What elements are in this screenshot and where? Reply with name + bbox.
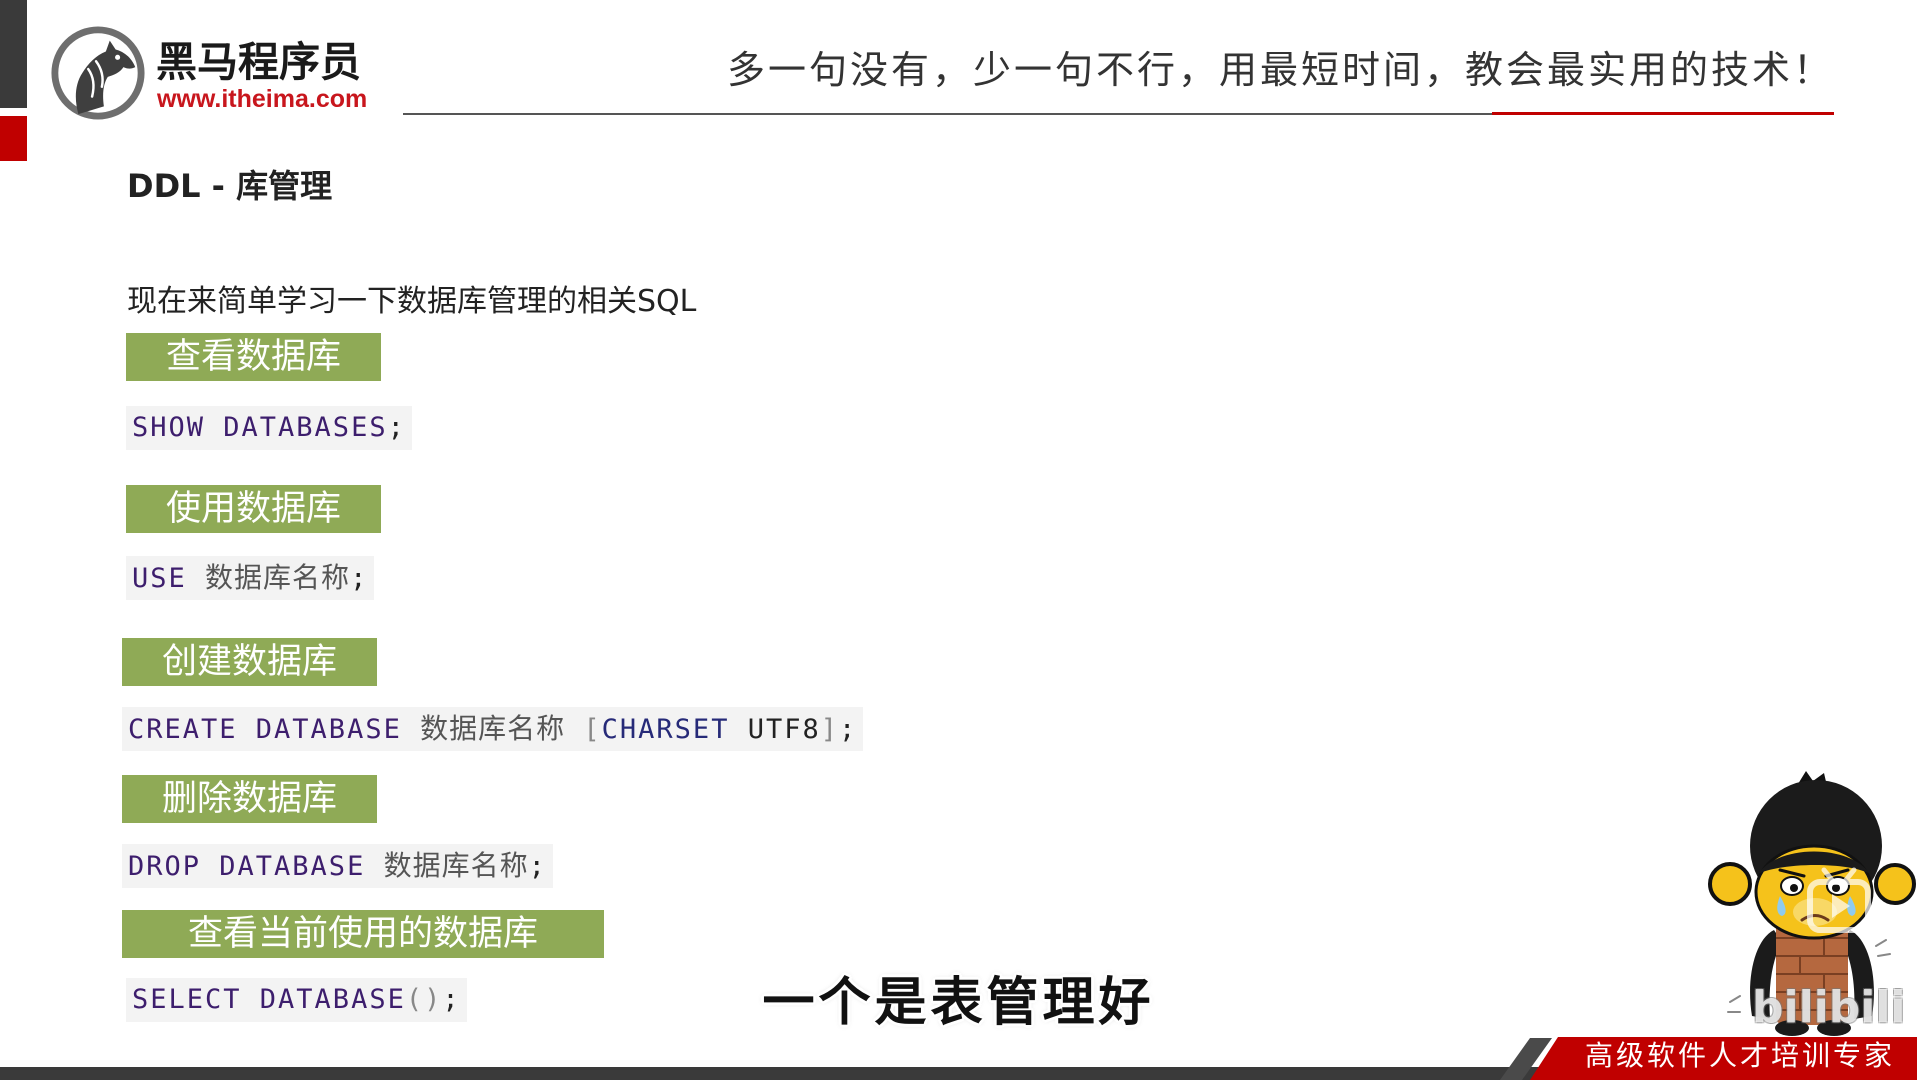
code-semicolon: ; (839, 714, 858, 745)
section-label-current-database: 查看当前使用的数据库 (122, 910, 604, 958)
code-bracket-close: ] (820, 714, 840, 745)
mascot-left-pupil (1790, 884, 1798, 892)
mascot-right-ear (1874, 863, 1916, 905)
code-placeholder: 数据库名称 (383, 849, 529, 882)
mascot-left-ear (1708, 862, 1752, 906)
code-keyword: DROP DATABASE (128, 851, 366, 882)
slide-intro: 现在来简单学习一下数据库管理的相关SQL (127, 284, 697, 319)
left-edge-red-block (0, 116, 27, 161)
code-semicolon: ; (528, 851, 547, 882)
mascot-muzzle (1793, 898, 1837, 926)
brand-name: 黑马程序员 (156, 38, 361, 86)
code-keyword: SHOW DATABASES (132, 412, 388, 443)
video-subtitle: 一个是表管理好 (762, 973, 1155, 1033)
footer-tagline: 高级软件人才培训专家 (1585, 1039, 1896, 1072)
section-label-use-database: 使用数据库 (126, 485, 381, 533)
header-divider-accent (1492, 112, 1834, 115)
code-bracket-open: [ (583, 714, 602, 745)
code-keyword: CREATE DATABASE (128, 714, 402, 745)
code-placeholder: 数据库名称 (205, 561, 351, 594)
logo-horse-eye (115, 54, 121, 60)
section-label-drop-database: 删除数据库 (122, 775, 377, 823)
code-semicolon: ; (387, 412, 406, 443)
code-drop-database: DROP DATABASE 数据库名称; (122, 844, 553, 888)
brand-url: www.itheima.com (157, 85, 368, 113)
code-placeholder: 数据库名称 (420, 712, 566, 745)
code-keyword: USE (132, 563, 187, 594)
slide-page: 黑马程序员 www.itheima.com 多一句没有，少一句不行，用最短时间，… (0, 0, 1917, 1080)
section-label-show-databases: 查看数据库 (126, 333, 381, 381)
slide-title: DDL - 库管理 (127, 167, 333, 205)
code-semicolon: ; (350, 563, 369, 594)
section-label-create-database: 创建数据库 (122, 638, 377, 686)
code-use-database: USE 数据库名称; (126, 556, 375, 600)
code-show-databases: SHOW DATABASES; (126, 406, 412, 450)
code-create-database: CREATE DATABASE 数据库名称 [CHARSET UTF8]; (122, 707, 864, 751)
mascot-right-pupil (1832, 884, 1840, 892)
code-value: UTF8 (747, 714, 821, 745)
left-edge-gray-bar (0, 0, 27, 108)
header-slogan: 多一句没有，少一句不行，用最短时间，教会最实用的技术！ (726, 48, 1834, 92)
brand-logo-icon (51, 26, 145, 120)
code-option-charset: CHARSET (601, 714, 730, 745)
